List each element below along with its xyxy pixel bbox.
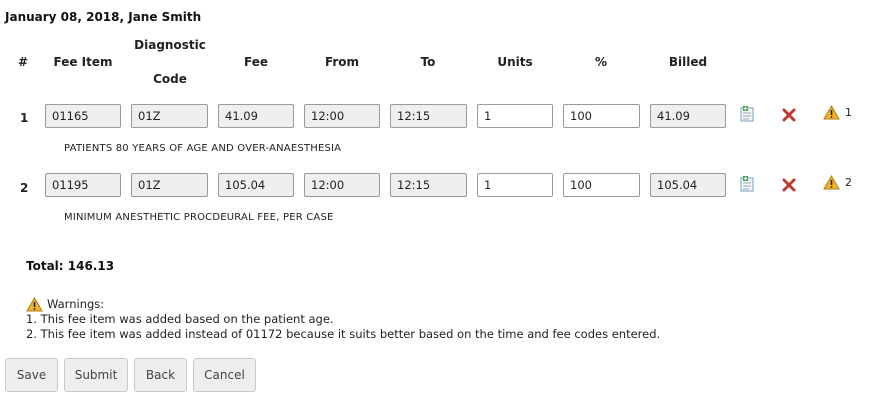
warning-reference: 2: [845, 176, 852, 189]
percent-field[interactable]: [563, 173, 640, 197]
warnings-panel: Warnings: 1. This fee item was added bas…: [26, 297, 660, 342]
delete-x-icon[interactable]: [782, 178, 796, 192]
warning-triangle-icon: [823, 105, 840, 120]
cancel-button[interactable]: Cancel: [193, 358, 256, 392]
diagnostic-code-field[interactable]: [131, 173, 208, 197]
billed-field[interactable]: [650, 104, 726, 128]
add-note-icon[interactable]: [740, 176, 755, 192]
fee-item-field[interactable]: [45, 173, 121, 197]
submit-button[interactable]: Submit: [64, 358, 128, 392]
fee-description: MINIMUM ANESTHETIC PROCDEURAL FEE, PER C…: [64, 212, 334, 223]
col-header-from: From: [324, 55, 360, 69]
from-time-field[interactable]: [304, 173, 380, 197]
back-button[interactable]: Back: [134, 358, 187, 392]
col-header-num: #: [17, 55, 29, 69]
billed-field[interactable]: [650, 173, 726, 197]
row-number: 1: [20, 111, 29, 125]
warnings-title: Warnings:: [47, 297, 105, 311]
col-header-percent: %: [594, 55, 608, 69]
percent-field[interactable]: [563, 104, 640, 128]
warnings-header: Warnings:: [26, 297, 660, 312]
units-field[interactable]: [477, 173, 553, 197]
add-note-icon[interactable]: [740, 106, 755, 122]
delete-x-icon[interactable]: [782, 108, 796, 122]
warning-item: 1. This fee item was added based on the …: [26, 312, 334, 326]
col-header-to: To: [420, 55, 436, 69]
fee-item-field[interactable]: [45, 104, 121, 128]
col-header-code: Code: [153, 72, 187, 86]
page-title: January 08, 2018, Jane Smith: [5, 10, 202, 24]
row-number: 2: [20, 181, 29, 195]
to-time-field[interactable]: [390, 173, 467, 197]
to-time-field[interactable]: [390, 104, 467, 128]
diagnostic-code-field[interactable]: [131, 104, 208, 128]
fee-field[interactable]: [218, 104, 294, 128]
warning-item: 2. This fee item was added instead of 01…: [26, 327, 661, 341]
col-header-fee-item: Fee Item: [53, 55, 113, 69]
col-header-fee: Fee: [244, 55, 268, 69]
col-header-units: Units: [497, 55, 533, 69]
col-header-billed: Billed: [668, 55, 708, 69]
warning-triangle-icon: [26, 297, 43, 312]
units-field[interactable]: [477, 104, 553, 128]
fee-field[interactable]: [218, 173, 294, 197]
save-button[interactable]: Save: [5, 358, 58, 392]
from-time-field[interactable]: [304, 104, 380, 128]
fee-description: PATIENTS 80 YEARS OF AGE AND OVER-ANAEST…: [64, 143, 342, 154]
total-amount: Total: 146.13: [26, 259, 115, 273]
warning-triangle-icon: [823, 175, 840, 190]
col-header-diagnostic: Diagnostic: [134, 38, 206, 52]
warning-reference: 1: [845, 106, 852, 119]
